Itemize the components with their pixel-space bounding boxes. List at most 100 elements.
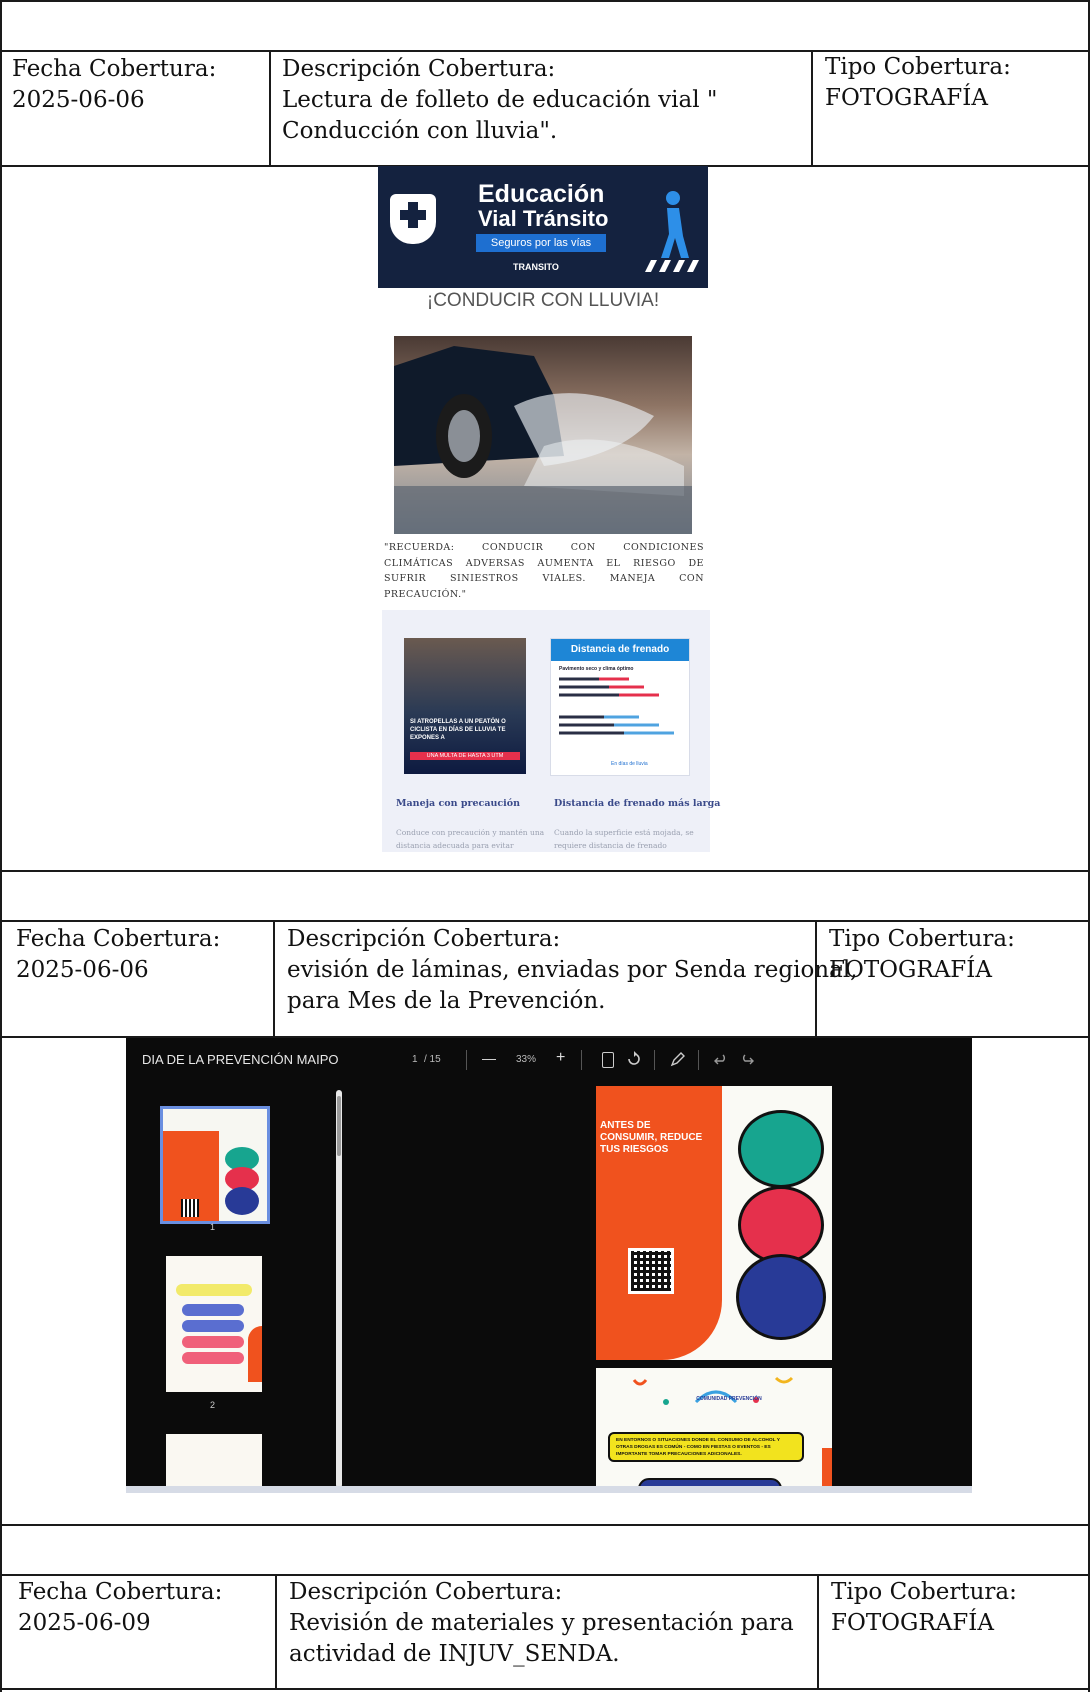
toolbar-separator	[466, 1050, 467, 1070]
fecha-value: 2025-06-09	[18, 1610, 151, 1636]
tipo-cell: Tipo Cobertura: FOTOGRAFÍA	[829, 924, 1015, 986]
card1-overlay-text: SI ATROPELLAS A UN PEATÓN O CICLISTA EN …	[410, 719, 506, 741]
thumbnail-sidebar: 1 2	[126, 1082, 344, 1493]
confetti-decoration	[626, 1372, 806, 1416]
fecha-cell: Fecha Cobertura: 2025-06-06	[16, 924, 220, 986]
descripcion-cell: Descripción Cobertura: evisión de lámina…	[287, 924, 858, 1017]
flyer-cards-panel: SI ATROPELLAS A UN PEATÓN O CICLISTA EN …	[382, 610, 720, 852]
column-divider	[269, 51, 271, 166]
slide-page-1: ANTES DE CONSUMIR, REDUCE TUS RIESGOS	[596, 1086, 832, 1360]
fit-page-icon[interactable]	[602, 1052, 614, 1068]
banner-title-2: Vial Tránsito	[478, 206, 609, 231]
descripcion-label: Descripción Cobertura:	[287, 926, 561, 952]
fecha-cell: Fecha Cobertura: 2025-06-09	[18, 1577, 222, 1639]
fecha-value: 2025-06-06	[12, 87, 145, 113]
descripcion-line: Conducción con lluvia".	[282, 118, 558, 144]
redo-icon[interactable]	[740, 1052, 754, 1071]
pdf-viewer-window: DIA DE LA PREVENCIÓN MAIPO 1 / 15 — 33% …	[126, 1038, 972, 1493]
banner-tagline: Seguros por las vías	[476, 234, 606, 252]
descripcion-label: Descripción Cobertura:	[282, 56, 556, 82]
zoom-out-button[interactable]: —	[482, 1050, 496, 1066]
toolbar-separator	[698, 1050, 699, 1070]
rotate-icon[interactable]	[626, 1051, 642, 1071]
descripcion-line: Lectura de folleto de educación vial "	[282, 87, 718, 113]
page-number-input[interactable]: 1	[412, 1054, 418, 1065]
card2-footer: En días de lluvia	[611, 761, 648, 767]
toolbar-separator	[581, 1050, 582, 1070]
outer-border-left	[0, 0, 2, 1692]
tipo-cell: Tipo Cobertura: FOTOGRAFÍA	[831, 1577, 1017, 1639]
horizontal-scrollbar[interactable]	[126, 1486, 972, 1493]
thumbnail-label: 2	[210, 1400, 216, 1410]
column-divider	[817, 1575, 819, 1689]
flyer-banner: Educación Vial Tránsito Seguros por las …	[378, 166, 708, 288]
zoom-level[interactable]: 33%	[516, 1054, 536, 1065]
outer-border-top	[0, 0, 1090, 2]
municipal-shield-logo	[390, 194, 436, 244]
draw-icon[interactable]	[670, 1051, 686, 1071]
banner-brand: TRANSITO	[513, 262, 559, 272]
row-divider	[0, 870, 1090, 872]
fecha-cell: Fecha Cobertura: 2025-06-06	[12, 54, 216, 116]
tipo-label: Tipo Cobertura:	[831, 1579, 1017, 1605]
descripcion-label: Descripción Cobertura:	[289, 1579, 563, 1605]
qr-code-icon	[628, 1248, 674, 1294]
card1-text: Conduce con precaución y mantén una dist…	[396, 828, 545, 850]
descripcion-cell: Descripción Cobertura: Revisión de mater…	[289, 1577, 794, 1670]
fecha-value: 2025-06-06	[16, 957, 149, 983]
pedestrian-crossing-icon	[643, 186, 703, 280]
descripcion-line: para Mes de la Prevención.	[287, 988, 606, 1014]
column-divider	[811, 51, 813, 166]
slide1-title: ANTES DE CONSUMIR, REDUCE TUS RIESGOS	[600, 1120, 703, 1155]
qr-code-icon	[181, 1199, 199, 1217]
slide-page-2: COMUNIDAD PREVENCIÓN EN ENTORNOS O SITUA…	[596, 1368, 832, 1493]
circle-navy	[736, 1254, 826, 1340]
sidebar-scrollbar[interactable]	[336, 1090, 342, 1488]
row-divider	[0, 1574, 1090, 1576]
slide2-brand: COMUNIDAD PREVENCIÓN	[696, 1396, 762, 1402]
descripcion-line: evisión de láminas, enviadas por Senda r…	[287, 957, 858, 983]
card1-title: Maneja con precaución	[396, 798, 521, 809]
card2-chart: Distancia de frenado Pavimento seco y cl…	[550, 638, 690, 776]
circle-red	[738, 1186, 824, 1264]
card1-overlay-strip: UNA MULTA DE HASTA 3 UTM	[410, 752, 520, 760]
descripcion-cell: Descripción Cobertura: Lectura de follet…	[282, 54, 717, 147]
column-divider	[275, 1575, 277, 1689]
tipo-cell: Tipo Cobertura: FOTOGRAFÍA	[825, 52, 1011, 114]
thumbnail-page-1[interactable]	[160, 1106, 270, 1224]
tipo-label: Tipo Cobertura:	[825, 54, 1011, 80]
tipo-value: FOTOGRAFÍA	[825, 85, 988, 111]
card1-image: SI ATROPELLAS A UN PEATÓN O CICLISTA EN …	[404, 638, 526, 774]
thumbnail-label: 1	[210, 1222, 216, 1232]
document-title: DIA DE LA PREVENCIÓN MAIPO	[142, 1052, 339, 1067]
flyer-quote: "RECUERDA: CONDUCIR CON CONDICIONES CLIM…	[384, 542, 704, 600]
card2-text: Cuando la superficie está mojada, se req…	[554, 828, 694, 850]
row-divider	[0, 1688, 1090, 1690]
slide2-yellow-box: EN ENTORNOS O SITUACIONES DONDE EL CONSU…	[608, 1432, 804, 1462]
card2-title: Distancia de frenado más larga	[554, 798, 721, 809]
row-divider	[0, 1524, 1090, 1526]
viewer-toolbar: DIA DE LA PREVENCIÓN MAIPO 1 / 15 — 33% …	[126, 1038, 972, 1082]
toolbar-separator	[654, 1050, 655, 1070]
fecha-label: Fecha Cobertura:	[18, 1579, 223, 1605]
column-divider	[273, 921, 275, 1037]
thumbnail-page-3[interactable]	[166, 1434, 262, 1493]
undo-icon[interactable]	[714, 1052, 728, 1071]
fecha-label: Fecha Cobertura:	[16, 926, 221, 952]
tipo-label: Tipo Cobertura:	[829, 926, 1015, 952]
descripcion-line: Revisión de materiales y presentación pa…	[289, 1610, 794, 1636]
page-total: / 15	[424, 1054, 441, 1065]
descripcion-line: actividad de INJUV_SENDA.	[289, 1641, 620, 1667]
outer-border-right	[1088, 0, 1090, 1692]
thumbnail-page-2[interactable]	[166, 1256, 262, 1392]
card2-subtitle: Pavimento seco y clima óptimo	[559, 666, 634, 672]
row-divider	[0, 920, 1090, 922]
tipo-value: FOTOGRAFÍA	[829, 957, 992, 983]
rain-car-photo	[394, 336, 692, 534]
fecha-label: Fecha Cobertura:	[12, 56, 217, 82]
card2-header: Distancia de frenado	[551, 639, 689, 661]
circle-teal	[738, 1110, 824, 1188]
zoom-in-button[interactable]: +	[556, 1049, 565, 1067]
tipo-value: FOTOGRAFÍA	[831, 1610, 994, 1636]
flyer-heading: ¡CONDUCIR CON LLUVIA!	[426, 290, 660, 311]
